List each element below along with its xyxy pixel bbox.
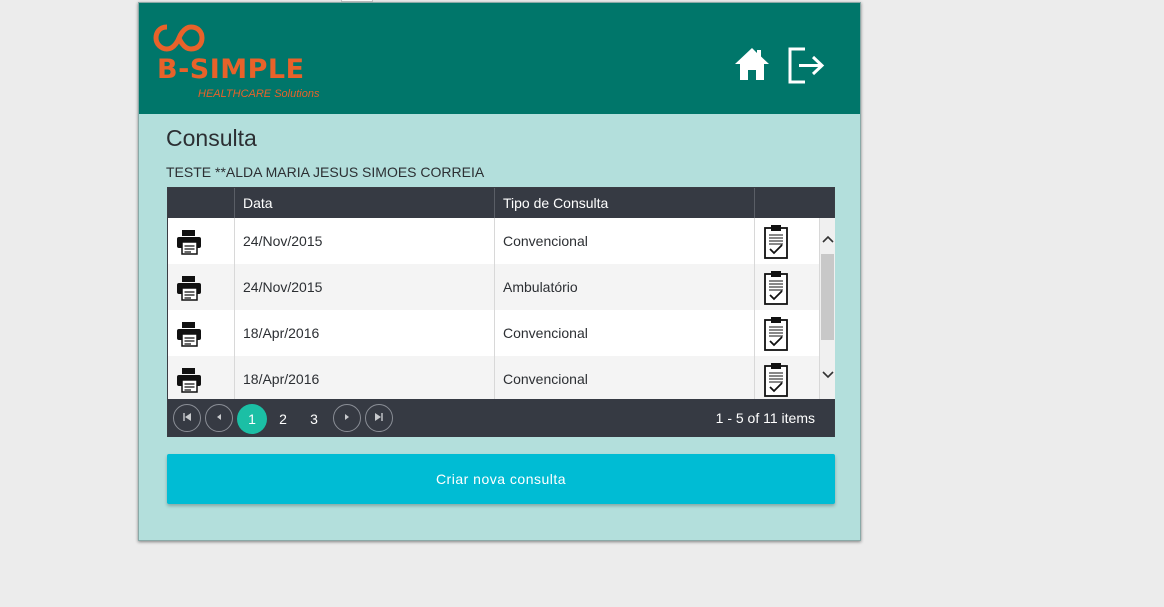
create-consulta-button[interactable]: Criar nova consulta: [167, 454, 835, 504]
cell-data: 18/Apr/2016: [234, 310, 494, 356]
infinity-logo-icon: [153, 24, 205, 52]
cell-data: 18/Apr/2016: [234, 356, 494, 399]
table-row[interactable]: 24/Nov/2015 Ambulatório: [168, 264, 819, 310]
cell-tipo: Convencional: [494, 218, 754, 264]
cell-tipo: Convencional: [494, 356, 754, 399]
printer-icon[interactable]: [176, 367, 202, 394]
cell-data: 24/Nov/2015: [234, 218, 494, 264]
app-window: B-SIMPLE HEALTHCARE Solutions Consulta T…: [138, 2, 861, 541]
grid-pager: 1 2 3 1 - 5 of 11 items: [168, 399, 834, 437]
grid-scrollbar[interactable]: [819, 218, 835, 399]
consultas-grid: Data Tipo de Consulta 24/Nov/2015 Conven…: [167, 187, 835, 437]
first-page-icon[interactable]: [173, 404, 201, 432]
clipboard-check-icon[interactable]: [763, 270, 789, 306]
printer-icon[interactable]: [176, 321, 202, 348]
table-row[interactable]: 24/Nov/2015 Convencional: [168, 218, 819, 264]
home-icon[interactable]: [733, 46, 771, 87]
chevron-down-icon[interactable]: [820, 368, 835, 384]
printer-icon[interactable]: [176, 275, 202, 302]
header-bar: B-SIMPLE HEALTHCARE Solutions: [139, 3, 860, 114]
grid-rows: 24/Nov/2015 Convencional 24/Nov/2015 Amb…: [168, 218, 819, 399]
column-header-actions: [168, 188, 234, 218]
scrollbar-thumb[interactable]: [821, 254, 834, 340]
logo-text: B-SIMPLE: [157, 54, 305, 85]
logo-subtitle: HEALTHCARE Solutions: [198, 88, 320, 100]
table-row[interactable]: 18/Apr/2016 Convencional: [168, 310, 819, 356]
column-header-data[interactable]: Data: [234, 188, 494, 218]
last-page-icon[interactable]: [365, 404, 393, 432]
page-title: Consulta: [166, 125, 257, 151]
patient-name: TESTE **ALDA MARIA JESUS SIMOES CORREIA: [166, 164, 485, 180]
page-3-button[interactable]: 3: [299, 404, 329, 434]
printer-icon[interactable]: [176, 229, 202, 256]
prev-page-icon[interactable]: [205, 404, 233, 432]
cell-data: 24/Nov/2015: [234, 264, 494, 310]
table-row[interactable]: 18/Apr/2016 Convencional: [168, 356, 819, 399]
cell-tipo: Convencional: [494, 310, 754, 356]
pager-info: 1 - 5 of 11 items: [715, 410, 815, 426]
next-page-icon[interactable]: [333, 404, 361, 432]
grid-header: Data Tipo de Consulta: [168, 188, 834, 218]
b-simple-logo: B-SIMPLE HEALTHCARE Solutions: [153, 21, 343, 103]
clipboard-check-icon[interactable]: [763, 224, 789, 260]
logout-icon[interactable]: [787, 46, 825, 89]
cell-tipo: Ambulatório: [494, 264, 754, 310]
page-1-button[interactable]: 1: [237, 404, 267, 434]
chevron-up-icon[interactable]: [820, 232, 835, 248]
page-2-button[interactable]: 2: [268, 404, 298, 434]
clipboard-check-icon[interactable]: [763, 316, 789, 352]
column-header-tipo[interactable]: Tipo de Consulta: [494, 188, 754, 218]
clipboard-check-icon[interactable]: [763, 362, 789, 398]
column-header-details: [754, 188, 819, 218]
